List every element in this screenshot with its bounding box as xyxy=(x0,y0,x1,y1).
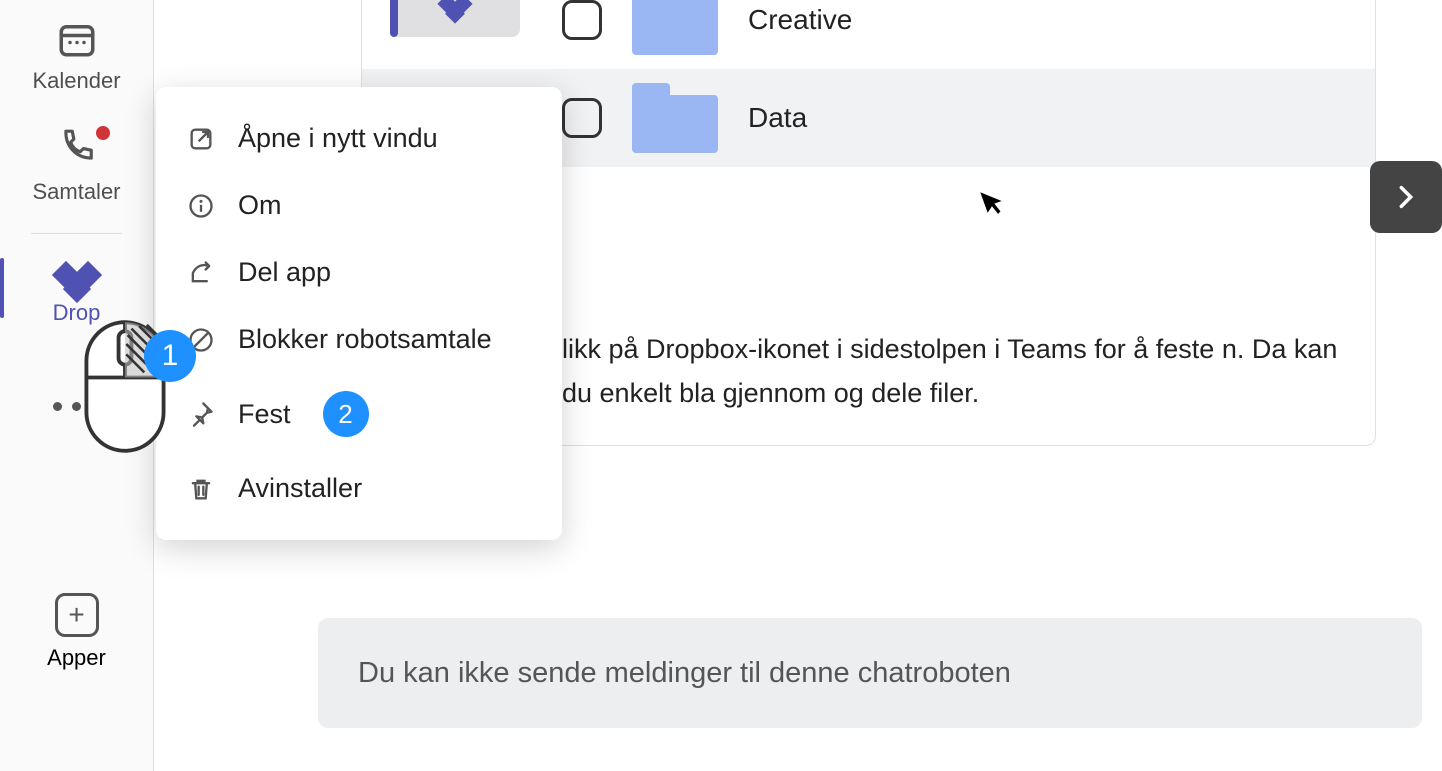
menu-open-new-window[interactable]: Åpne i nytt vindu xyxy=(156,105,562,172)
trash-icon xyxy=(186,474,216,504)
menu-label: Åpne i nytt vindu xyxy=(238,123,438,154)
menu-pin[interactable]: Fest 2 xyxy=(156,373,562,455)
menu-share-app[interactable]: Del app xyxy=(156,239,562,306)
menu-label: Om xyxy=(238,190,282,221)
dropbox-icon xyxy=(439,0,471,16)
menu-block-bot[interactable]: Blokker robotsamtale xyxy=(156,306,562,373)
sidebar-item-label: Kalender xyxy=(32,68,120,94)
sidebar-item-calls[interactable]: Samtaler xyxy=(0,110,153,221)
share-icon xyxy=(186,258,216,288)
step-badge-1: 1 xyxy=(144,330,196,382)
step-badge-2: 2 xyxy=(323,391,369,437)
menu-uninstall[interactable]: Avinstaller xyxy=(156,455,562,522)
menu-label: Blokker robotsamtale xyxy=(238,324,492,355)
menu-label: Del app xyxy=(238,257,331,288)
open-new-window-icon xyxy=(186,124,216,154)
info-icon xyxy=(186,191,216,221)
folder-icon xyxy=(632,0,718,55)
dot-icon xyxy=(53,402,62,411)
mouse-right-click-overlay: 1 xyxy=(80,314,170,464)
dropbox-icon xyxy=(54,264,100,292)
pin-icon xyxy=(186,399,216,429)
sidebar-divider xyxy=(31,233,123,234)
phone-icon xyxy=(58,128,96,166)
message-text: Du kan ikke sende meldinger til denne ch… xyxy=(358,657,1011,690)
card-paragraph: likk på Dropbox-ikonet i sidestolpen i T… xyxy=(562,327,1345,415)
context-menu: Åpne i nytt vindu Om Del app Blokker rob… xyxy=(156,87,562,540)
folder-name: Data xyxy=(748,102,807,134)
active-stripe-icon xyxy=(390,0,398,37)
phone-icon-wrap xyxy=(58,128,96,171)
menu-label: Avinstaller xyxy=(238,473,362,504)
onedrive-strip: OneDrive xyxy=(390,0,520,37)
next-button[interactable] xyxy=(1370,161,1442,233)
folder-name: Creative xyxy=(748,4,852,36)
sidebar-item-label: Apper xyxy=(47,645,106,671)
sidebar-item-apps[interactable]: + Apper xyxy=(47,593,106,671)
menu-label: Fest xyxy=(238,399,291,430)
menu-about[interactable]: Om xyxy=(156,172,562,239)
notification-dot-icon xyxy=(96,126,110,140)
calendar-icon xyxy=(56,18,98,60)
add-app-icon: + xyxy=(55,593,99,637)
checkbox[interactable] xyxy=(562,0,602,40)
folder-icon xyxy=(632,83,718,153)
sidebar-item-calendar[interactable]: Kalender xyxy=(0,0,153,110)
sidebar-item-label: Samtaler xyxy=(32,179,120,205)
message-input-disabled: Du kan ikke sende meldinger til denne ch… xyxy=(318,618,1422,728)
checkbox[interactable] xyxy=(562,98,602,138)
chevron-right-icon xyxy=(1392,183,1420,211)
